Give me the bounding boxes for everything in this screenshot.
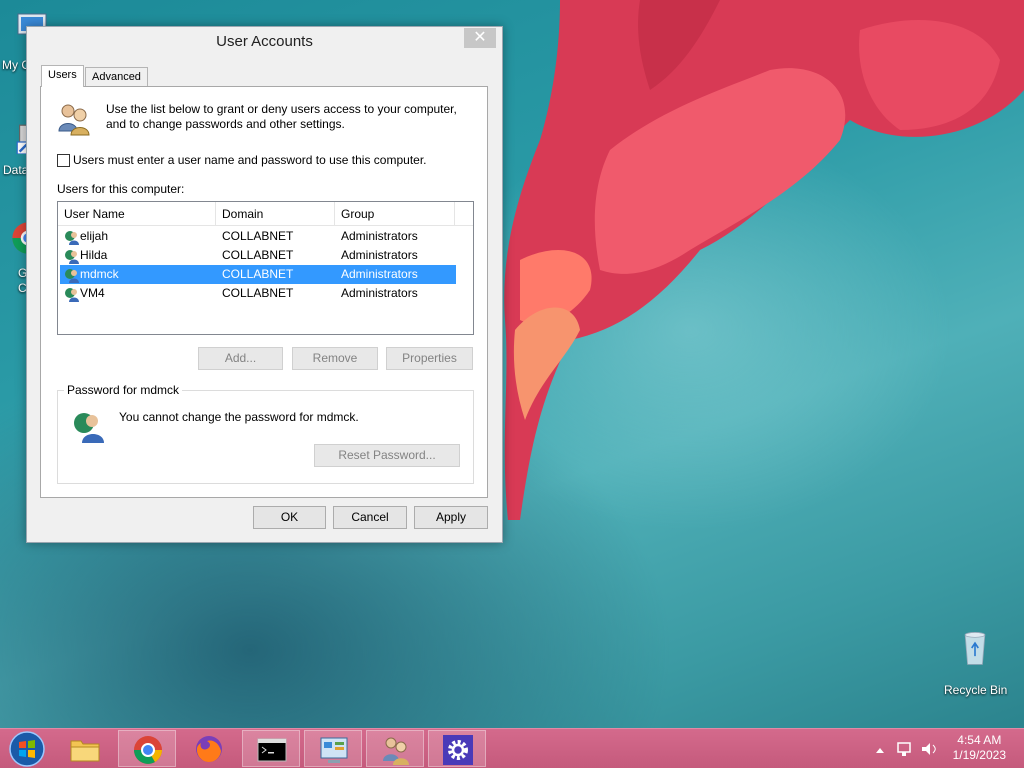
domain-user-icon <box>65 231 79 245</box>
volume-icon[interactable] <box>922 743 936 755</box>
remove-user-button[interactable]: Remove <box>292 347 378 370</box>
network-icon[interactable] <box>897 742 911 756</box>
domain-user-icon <box>74 413 104 443</box>
taskbar-chrome[interactable] <box>118 730 176 767</box>
apply-button[interactable]: Apply <box>414 506 488 529</box>
control-panel-icon <box>320 737 348 763</box>
user-group-cell: Administrators <box>341 267 418 281</box>
desktop-icon-label: Recycle Bin <box>944 683 1008 697</box>
require-login-label[interactable]: Users must enter a user name and passwor… <box>73 153 427 167</box>
taskbar-user-accounts[interactable] <box>366 730 424 767</box>
domain-user-icon <box>65 288 79 302</box>
ok-button[interactable]: OK <box>253 506 326 529</box>
properties-button[interactable]: Properties <box>386 347 473 370</box>
add-user-button[interactable]: Add... <box>198 347 283 370</box>
taskbar-settings[interactable] <box>428 730 486 767</box>
desktop-icon-recycle-bin[interactable]: Recycle Bin <box>940 630 1010 697</box>
user-group-cell: Administrators <box>341 248 418 262</box>
domain-user-icon <box>65 269 79 283</box>
user-domain-cell: COLLABNET <box>222 248 294 262</box>
start-button[interactable] <box>6 729 48 768</box>
cancel-button[interactable]: Cancel <box>333 506 407 529</box>
domain-user-icon <box>65 250 79 264</box>
require-login-checkbox[interactable] <box>57 154 70 167</box>
reset-password-button[interactable]: Reset Password... <box>314 444 460 467</box>
file-explorer-icon <box>70 740 100 762</box>
firefox-icon <box>196 736 222 763</box>
user-row[interactable]: VM4 COLLABNET Administrators <box>60 284 456 303</box>
chrome-icon <box>134 736 162 764</box>
user-accounts-icon <box>58 104 90 136</box>
clock-time: 4:54 AM <box>957 733 1002 747</box>
tab-advanced[interactable]: Advanced <box>85 67 148 87</box>
user-name-cell: mdmck <box>80 267 119 281</box>
user-name-cell: VM4 <box>80 286 105 300</box>
system-tray <box>876 742 936 756</box>
column-header-group[interactable]: Group <box>335 202 455 226</box>
command-prompt-icon <box>257 738 287 762</box>
users-list-label: Users for this computer: <box>57 182 185 196</box>
user-domain-cell: COLLABNET <box>222 286 294 300</box>
taskbar: 4:54 AM 1/19/2023 <box>0 728 1024 768</box>
user-group-cell: Administrators <box>341 229 418 243</box>
intro-text: Use the list below to grant or deny user… <box>106 102 457 131</box>
users-list[interactable]: User Name Domain Group elijah COLLABNET … <box>57 201 474 335</box>
clock-date: 1/19/2023 <box>952 748 1006 762</box>
desktop-icon-label: Data <box>3 163 29 177</box>
column-header-domain[interactable]: Domain <box>216 202 335 226</box>
user-accounts-dialog: User Accounts ✕ Users Advanced Use the l… <box>26 26 503 543</box>
user-domain-cell: COLLABNET <box>222 267 294 281</box>
user-row[interactable]: Hilda COLLABNET Administrators <box>60 246 456 265</box>
password-message: You cannot change the password for mdmck… <box>119 410 359 424</box>
user-name-cell: Hilda <box>80 248 108 262</box>
password-group: Password for mdmck You cannot change the… <box>57 383 474 484</box>
close-icon: ✕ <box>473 29 487 46</box>
users-tab-panel: Use the list below to grant or deny user… <box>40 86 488 498</box>
close-button[interactable]: ✕ <box>464 28 496 48</box>
user-row[interactable]: elijah COLLABNET Administrators <box>60 227 456 246</box>
settings-gear-icon <box>443 735 473 765</box>
user-name-cell: elijah <box>80 229 109 243</box>
show-hidden-icons-icon[interactable] <box>876 748 884 753</box>
taskbar-command-prompt[interactable] <box>242 730 300 767</box>
user-accounts-icon <box>383 737 409 765</box>
taskbar-control-panel[interactable] <box>304 730 362 767</box>
password-group-label: Password for mdmck <box>64 383 183 397</box>
column-header-user-name[interactable]: User Name <box>58 202 216 226</box>
recycle-bin-icon <box>964 632 986 665</box>
dialog-titlebar[interactable]: User Accounts ✕ <box>27 27 502 57</box>
taskbar-file-explorer[interactable] <box>56 730 114 767</box>
user-row-selected[interactable]: mdmck COLLABNET Administrators <box>60 265 456 284</box>
user-domain-cell: COLLABNET <box>222 229 294 243</box>
taskbar-clock[interactable]: 4:54 AM 1/19/2023 <box>953 733 1006 763</box>
tab-users[interactable]: Users <box>41 65 84 87</box>
user-group-cell: Administrators <box>341 286 418 300</box>
dialog-title: User Accounts <box>216 33 313 50</box>
taskbar-firefox[interactable] <box>180 730 238 767</box>
users-list-header: User Name Domain Group <box>58 202 473 226</box>
